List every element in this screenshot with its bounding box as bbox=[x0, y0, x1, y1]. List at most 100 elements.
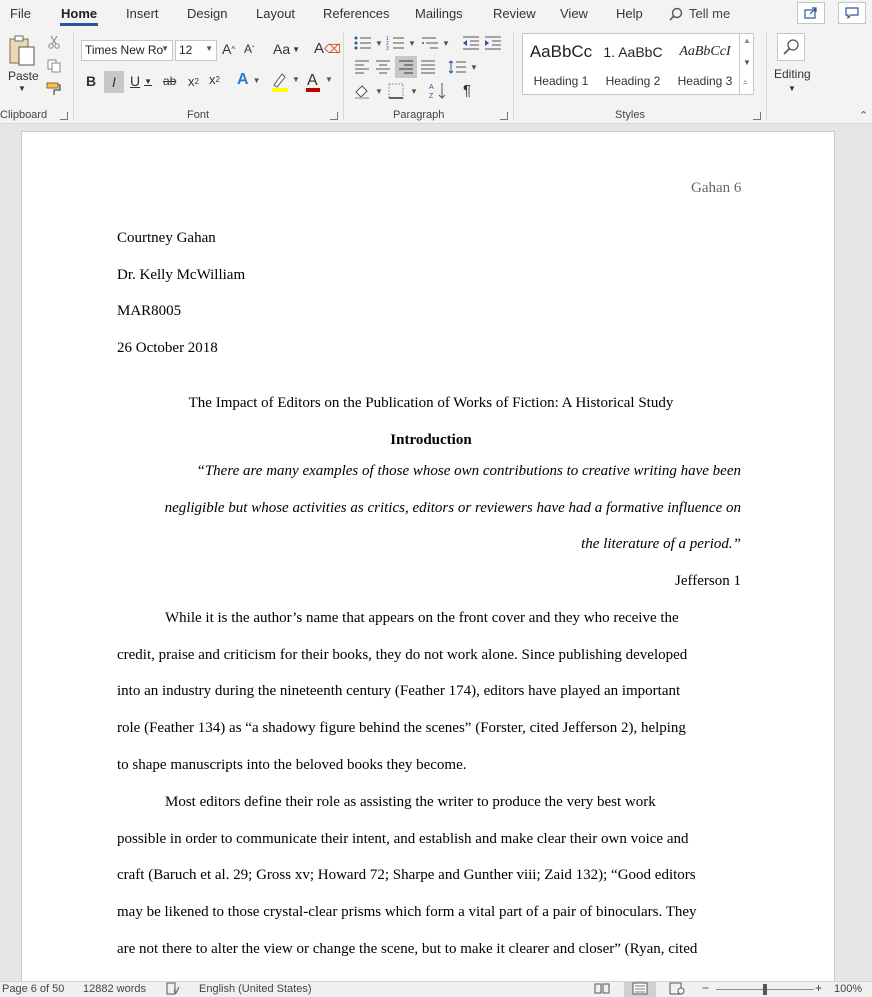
bold-icon[interactable]: B bbox=[86, 73, 96, 89]
style-heading-1[interactable]: AaBbCc Heading 1 bbox=[525, 34, 597, 94]
subscript-icon[interactable]: x2 bbox=[188, 74, 199, 89]
tab-references[interactable]: References bbox=[323, 6, 389, 21]
decrease-indent-icon[interactable] bbox=[462, 34, 480, 52]
clipboard-group-label: Clipboard bbox=[0, 109, 48, 121]
justify-icon[interactable] bbox=[419, 58, 437, 76]
body-line: While it is the author’s name that appea… bbox=[165, 610, 679, 626]
style-heading-2[interactable]: 1. AaBbC Heading 2 bbox=[597, 34, 669, 94]
print-layout-icon[interactable] bbox=[624, 981, 656, 997]
comments-button[interactable] bbox=[838, 2, 866, 24]
underline-icon[interactable]: U ▼ bbox=[130, 73, 152, 89]
clipboard-launcher-icon[interactable] bbox=[60, 112, 68, 120]
style-name: Heading 3 bbox=[677, 74, 733, 88]
share-icon bbox=[804, 7, 817, 19]
show-formatting-marks-icon[interactable]: ¶ bbox=[463, 82, 471, 99]
instructor-line: Dr. Kelly McWilliam bbox=[117, 267, 246, 283]
align-right-icon[interactable] bbox=[395, 56, 417, 78]
svg-text:A: A bbox=[429, 84, 434, 91]
web-layout-icon[interactable] bbox=[669, 982, 685, 997]
clear-formatting-icon[interactable]: A ⌫ bbox=[314, 40, 341, 57]
paste-icon[interactable] bbox=[6, 34, 38, 68]
zoom-in-icon[interactable]: + bbox=[815, 981, 822, 995]
bullets-icon[interactable]: ▼ bbox=[353, 34, 383, 52]
tab-review[interactable]: Review bbox=[493, 6, 536, 21]
epigraph-line: the literature of a period.” bbox=[581, 536, 741, 552]
sort-icon[interactable]: AZ bbox=[428, 81, 448, 101]
font-name-combobox[interactable]: Times New Ro ▼ bbox=[81, 40, 173, 61]
chevron-down-icon[interactable]: ▼ bbox=[788, 84, 796, 93]
editing-button[interactable]: Editing bbox=[774, 67, 811, 81]
svg-text:▼: ▼ bbox=[410, 87, 418, 96]
font-launcher-icon[interactable] bbox=[330, 112, 338, 120]
collapse-ribbon-icon[interactable]: ⌃ bbox=[859, 109, 868, 122]
font-size-combobox[interactable]: 12 ▼ bbox=[175, 40, 217, 61]
borders-icon[interactable]: ▼ bbox=[388, 82, 418, 100]
tab-view[interactable]: View bbox=[560, 6, 588, 21]
read-mode-icon[interactable] bbox=[594, 982, 610, 997]
align-center-icon[interactable] bbox=[374, 58, 392, 76]
body-line: to shape manuscripts into the beloved bo… bbox=[117, 757, 467, 773]
document-page[interactable]: Gahan 6 Courtney Gahan Dr. Kelly McWilli… bbox=[21, 131, 835, 981]
style-heading-3[interactable]: AaBbCcI Heading 3 bbox=[669, 34, 741, 94]
cut-icon[interactable] bbox=[46, 34, 62, 50]
tab-insert[interactable]: Insert bbox=[126, 6, 159, 21]
status-bar: Page 6 of 50 12882 words English (United… bbox=[0, 981, 872, 997]
share-button[interactable] bbox=[797, 2, 825, 24]
styles-gallery-scroll: ▲ ▼ ⩡ bbox=[739, 34, 753, 94]
section-heading: Introduction bbox=[390, 432, 472, 448]
style-name: Heading 1 bbox=[533, 74, 589, 88]
body-line: Most editors define their role as assist… bbox=[165, 794, 656, 810]
svg-text:A: A bbox=[307, 72, 318, 89]
styles-gallery: AaBbCc Heading 1 1. AaBbC Heading 2 AaBb… bbox=[522, 33, 754, 95]
multilevel-list-icon[interactable]: ▼ bbox=[420, 34, 450, 52]
style-sample: 1. AaBbC bbox=[603, 44, 663, 60]
styles-launcher-icon[interactable] bbox=[753, 112, 761, 120]
tab-design[interactable]: Design bbox=[187, 6, 227, 21]
body-line: role (Feather 134) as “a shadowy figure … bbox=[117, 720, 686, 736]
tab-home[interactable]: Home bbox=[59, 6, 99, 26]
text-highlight-icon[interactable]: ▼ bbox=[270, 70, 298, 94]
search-icon bbox=[669, 7, 683, 21]
svg-text:3: 3 bbox=[386, 46, 389, 51]
italic-icon[interactable]: I bbox=[104, 71, 124, 93]
zoom-slider-thumb[interactable] bbox=[763, 984, 767, 995]
tab-help[interactable]: Help bbox=[616, 6, 643, 21]
proofing-icon[interactable] bbox=[166, 982, 180, 997]
zoom-level-status[interactable]: 100% bbox=[834, 983, 862, 995]
increase-indent-icon[interactable] bbox=[484, 34, 502, 52]
tab-mailings[interactable]: Mailings bbox=[415, 6, 463, 21]
copy-icon[interactable] bbox=[46, 58, 62, 74]
language-status[interactable]: English (United States) bbox=[199, 983, 312, 995]
paste-dropdown-icon[interactable]: ▼ bbox=[18, 84, 26, 93]
font-color-icon[interactable]: A ▼ bbox=[304, 70, 332, 94]
chevron-down-icon[interactable]: ▼ bbox=[743, 58, 751, 67]
ribbon-separator bbox=[343, 32, 344, 120]
paragraph-launcher-icon[interactable] bbox=[500, 112, 508, 120]
strikethrough-icon[interactable]: ab bbox=[163, 74, 176, 88]
body-line: into an industry during the nineteenth c… bbox=[117, 683, 681, 699]
page-count-status[interactable]: Page 6 of 50 bbox=[2, 983, 64, 995]
line-spacing-icon[interactable]: ▼ bbox=[448, 58, 478, 76]
more-styles-icon[interactable]: ⩡ bbox=[743, 78, 748, 88]
paste-button[interactable]: Paste bbox=[8, 69, 39, 83]
ribbon-separator bbox=[73, 32, 74, 120]
chevron-up-icon[interactable]: ▲ bbox=[743, 36, 751, 45]
editing-search-icon[interactable] bbox=[777, 33, 805, 61]
shading-icon[interactable]: ▼ bbox=[353, 82, 383, 100]
body-line: possible in order to communicate their i… bbox=[117, 831, 689, 847]
shrink-font-icon[interactable]: Aˇ bbox=[244, 42, 255, 56]
format-painter-icon[interactable] bbox=[46, 81, 62, 97]
numbering-icon[interactable]: 1 2 3 ▼ bbox=[386, 34, 416, 52]
word-count-status[interactable]: 12882 words bbox=[83, 983, 146, 995]
tab-file[interactable]: File bbox=[10, 6, 31, 21]
superscript-icon[interactable]: x2 bbox=[209, 72, 220, 87]
tell-me-search[interactable]: Tell me bbox=[669, 6, 730, 21]
align-left-icon[interactable] bbox=[353, 58, 371, 76]
zoom-out-icon[interactable]: − bbox=[702, 981, 709, 995]
zoom-slider[interactable] bbox=[716, 984, 814, 995]
ribbon-separator bbox=[513, 32, 514, 120]
tab-layout[interactable]: Layout bbox=[256, 6, 295, 21]
grow-font-icon[interactable]: A ^ bbox=[222, 41, 235, 57]
change-case-icon[interactable]: Aa ▼ bbox=[273, 41, 300, 57]
text-effects-icon[interactable]: A ▼ bbox=[237, 71, 260, 89]
